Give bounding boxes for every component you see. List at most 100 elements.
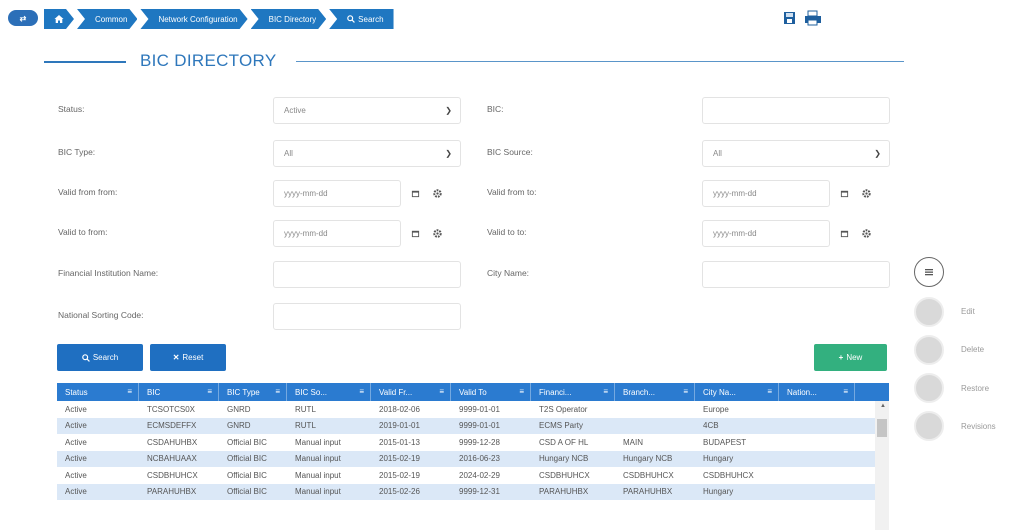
gear-icon[interactable] <box>426 180 448 207</box>
column-menu-icon[interactable]: ≡ <box>127 387 132 396</box>
restore-label: Restore <box>961 384 990 393</box>
column-header-valid-from[interactable]: Valid Fr... ≡ <box>371 383 451 401</box>
breadcrumb-bic-directory-label: BIC Directory <box>268 14 317 24</box>
save-icon[interactable] <box>782 10 798 26</box>
table-cell-branch: CSDBHUHCX <box>623 470 674 480</box>
column-menu-icon[interactable]: ≡ <box>683 387 688 396</box>
column-header-valid-to[interactable]: Valid To ≡ <box>451 383 531 401</box>
close-icon: ✕ <box>172 353 180 362</box>
chevron-down-icon: ❯ <box>445 106 452 115</box>
table-cell-nation <box>779 484 855 501</box>
column-menu-icon[interactable]: ≡ <box>603 387 608 396</box>
table-row[interactable]: Active CSDAHUHBX Official BIC Manual input 2… <box>57 434 889 451</box>
status-select[interactable]: Active ❯ <box>273 97 461 124</box>
column-header-bic[interactable]: BIC ≡ <box>139 383 219 401</box>
table-cell-bic: CSDBHUHCX <box>147 470 198 480</box>
table-cell-financial-institution: CSD A OF HL <box>539 437 589 447</box>
valid-from-from-input[interactable]: yyyy-mm-dd <box>273 180 401 207</box>
table-cell-nation <box>779 467 855 484</box>
bic-source-select-value: All <box>713 149 722 158</box>
table-cell-bic-source: Manual input <box>295 487 341 497</box>
table-cell-bic-type: Official BIC <box>227 470 267 480</box>
table-cell-status: Active <box>65 470 87 480</box>
bic-type-label: BIC Type: <box>58 147 96 157</box>
new-button[interactable]: + New <box>814 344 887 371</box>
column-menu-icon[interactable]: ≡ <box>767 387 772 396</box>
city-name-input[interactable] <box>702 261 890 288</box>
column-menu-icon[interactable]: ≡ <box>359 387 364 396</box>
edit-button[interactable] <box>914 297 944 327</box>
page-title: BIC DIRECTORY <box>140 51 277 70</box>
table-cell-valid-from: 2019-01-01 <box>379 421 420 431</box>
table-row[interactable]: Active CSDBHUHCX Official BIC Manual input 2… <box>57 467 889 484</box>
column-menu-icon[interactable]: ≡ <box>843 387 848 396</box>
scroll-up-icon[interactable]: ▲ <box>880 403 886 409</box>
table-cell-bic-source: RUTL <box>295 404 316 414</box>
column-menu-icon[interactable]: ≡ <box>207 387 212 396</box>
table-cell-branch: PARAHUHBX <box>623 487 673 497</box>
valid-to-from-input[interactable]: yyyy-mm-dd <box>273 220 401 247</box>
column-header-city-name[interactable]: City Na... ≡ <box>695 383 779 401</box>
bic-type-select[interactable]: All ❯ <box>273 140 461 167</box>
gear-icon[interactable] <box>426 220 448 247</box>
table-row[interactable]: Active ECMSDEFFX GNRD RUTL 2019-01-01 9999-01… <box>57 417 889 434</box>
breadcrumb-bic-directory[interactable]: BIC Directory <box>251 9 327 29</box>
delete-button[interactable] <box>914 335 944 365</box>
table-row[interactable]: Active PARAHUHBX Official BIC Manual input 2… <box>57 483 889 501</box>
column-header-status[interactable]: Status ≡ <box>57 383 139 401</box>
valid-to-to-input[interactable]: yyyy-mm-dd <box>702 220 830 247</box>
bic-input[interactable] <box>702 97 890 124</box>
new-button-label: New <box>846 353 863 362</box>
table-cell-valid-to: 9999-01-01 <box>459 421 500 431</box>
calendar-icon[interactable] <box>404 180 426 207</box>
table-cell-bic: PARAHUHBX <box>147 487 197 497</box>
print-icon[interactable] <box>804 10 821 26</box>
toggle-label: ⇄ <box>19 13 27 23</box>
table-cell-bic-source: RUTL <box>295 421 316 431</box>
calendar-icon[interactable] <box>833 180 855 207</box>
valid-from-to-input[interactable]: yyyy-mm-dd <box>702 180 830 207</box>
scrollbar-thumb[interactable] <box>877 419 887 437</box>
valid-from-from-label: Valid from from: <box>58 187 118 197</box>
bic-source-select[interactable]: All ❯ <box>702 140 890 167</box>
column-menu-icon[interactable]: ≡ <box>519 387 524 396</box>
financial-institution-name-input[interactable] <box>273 261 461 288</box>
revisions-button[interactable] <box>914 411 944 441</box>
table-cell-status: Active <box>65 421 87 431</box>
breadcrumb-network-configuration[interactable]: Network Configuration <box>140 9 247 29</box>
column-menu-icon[interactable]: ≡ <box>275 387 280 396</box>
search-button[interactable]: Search <box>57 344 143 371</box>
breadcrumb-common-label: Common <box>95 14 128 24</box>
breadcrumb-home[interactable] <box>44 9 74 29</box>
breadcrumb-common[interactable]: Common <box>77 9 137 29</box>
column-header-branch[interactable]: Branch... ≡ <box>615 383 695 401</box>
column-header-label: Branch... <box>623 387 656 397</box>
column-header-bic-type[interactable]: BIC Type ≡ <box>219 383 287 401</box>
column-header-financial-institution[interactable]: Financi... ≡ <box>531 383 615 401</box>
page-title-row: BIC DIRECTORY <box>44 50 904 72</box>
table-cell-branch <box>615 401 695 418</box>
column-menu-button[interactable] <box>914 257 944 287</box>
table-body: Active TCSOTCS0X GNRD RUTL 2018-02-06 9999-01… <box>57 401 889 500</box>
gear-icon[interactable] <box>855 180 877 207</box>
table-cell-bic: CSDAHUHBX <box>147 437 198 447</box>
table-cell-bic-type: Official BIC <box>227 454 267 464</box>
national-sorting-code-input[interactable] <box>273 303 461 330</box>
calendar-icon[interactable] <box>404 220 426 247</box>
breadcrumb-search[interactable]: Search <box>329 9 394 29</box>
reset-button[interactable]: ✕ Reset <box>150 344 226 371</box>
column-header-bic-source[interactable]: BIC So... ≡ <box>287 383 371 401</box>
menu-toggle-button[interactable]: ⇄ <box>8 10 38 26</box>
valid-to-to-label: Valid to to: <box>487 227 527 237</box>
table-row[interactable]: Active NCBAHUAAX Official BIC Manual input 2… <box>57 450 889 467</box>
table-row[interactable]: Active TCSOTCS0X GNRD RUTL 2018-02-06 9999-01… <box>57 401 889 418</box>
table-cell-valid-from: 2015-02-26 <box>379 487 420 497</box>
column-menu-icon[interactable]: ≡ <box>439 387 444 396</box>
restore-button[interactable] <box>914 373 944 403</box>
calendar-icon[interactable] <box>833 220 855 247</box>
results-table: Status ≡ BIC ≡ BIC Type ≡ BIC So... ≡ Valid Fr..… <box>57 383 889 530</box>
financial-institution-name-label: Financial Institution Name: <box>58 268 159 278</box>
column-header-nation[interactable]: Nation... ≡ <box>779 383 855 401</box>
gear-icon[interactable] <box>855 220 877 247</box>
search-button-label: Search <box>92 353 119 362</box>
